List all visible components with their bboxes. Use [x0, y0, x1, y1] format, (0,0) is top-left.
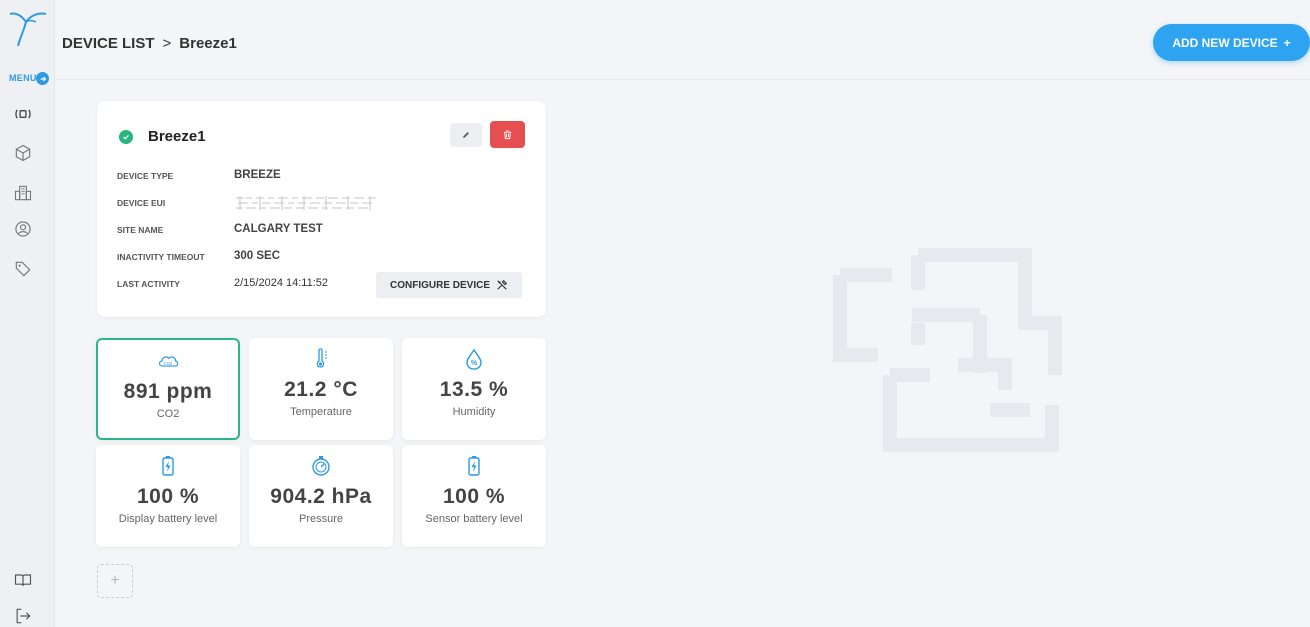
redacted-eui-value — [236, 196, 376, 210]
device-card: Breeze1 DEVICE TYPE BREEZE DEVICE EUI SI… — [97, 101, 546, 317]
tile-value: 13.5 % — [439, 378, 509, 401]
tools-icon — [497, 279, 508, 290]
add-new-device-label: ADD NEW DEVICE — [1172, 35, 1278, 50]
tag-icon — [15, 261, 31, 277]
svg-text:%: % — [471, 360, 478, 367]
battery-charging-icon — [157, 455, 179, 477]
humidity-drop-icon: % — [463, 348, 485, 370]
info-label: DEVICE TYPE — [117, 171, 174, 181]
info-value: 300 SEC — [234, 250, 281, 262]
device-signal-icon — [15, 109, 31, 119]
sidebar-item-tags[interactable] — [10, 256, 36, 282]
info-label: DEVICE EUI — [117, 198, 166, 208]
sidebar-item-products[interactable] — [10, 140, 36, 166]
tile-label: CO2 — [156, 408, 180, 420]
breadcrumb: DEVICE LIST > Breeze1 — [62, 35, 237, 52]
sidebar-item-sites[interactable] — [10, 180, 36, 206]
tile-value: 904.2 hPa — [270, 485, 372, 508]
breadcrumb-separator: > — [162, 35, 172, 52]
tile-value: 21.2 °C — [284, 378, 358, 401]
delete-device-button[interactable] — [490, 121, 525, 148]
info-value: 2/15/2024 14:11:52 — [234, 277, 328, 289]
plus-icon: + — [1283, 35, 1291, 50]
configure-device-label: CONFIGURE DEVICE — [389, 279, 490, 291]
add-new-device-button[interactable]: ADD NEW DEVICE + — [1153, 24, 1310, 61]
sensor-tile-co2[interactable]: CO2 891 ppm CO2 — [96, 338, 240, 440]
co2-cloud-icon: CO2 — [157, 350, 179, 372]
tile-value: 100 % — [442, 485, 506, 508]
info-value: CALGARY TEST — [234, 223, 323, 235]
info-label: LAST ACTIVITY — [117, 279, 180, 289]
sidebar-item-devices[interactable] — [10, 101, 36, 127]
tile-label: Humidity — [452, 406, 496, 418]
info-row-device-type: DEVICE TYPE BREEZE — [117, 169, 517, 185]
plus-icon: + — [110, 572, 120, 589]
info-value: BREEZE — [234, 169, 281, 181]
edit-device-button[interactable] — [450, 123, 482, 147]
sensor-tile-temperature[interactable]: 21.2 °C Temperature — [249, 338, 393, 440]
battery-charging-icon — [463, 455, 485, 477]
sidebar-item-logout[interactable] — [10, 603, 36, 627]
svg-text:CO2: CO2 — [164, 361, 173, 366]
add-tile-button[interactable]: + — [97, 564, 133, 598]
info-row-inactivity-timeout: INACTIVITY TIMEOUT 300 SEC — [117, 250, 517, 266]
pressure-gauge-icon — [310, 455, 332, 477]
sidebar: MENU — [0, 0, 55, 627]
floorplan-placeholder-icon — [833, 248, 1062, 452]
tile-label: Sensor battery level — [425, 513, 523, 525]
app-logo[interactable] — [6, 6, 50, 50]
user-circle-icon — [15, 221, 31, 237]
pencil-icon — [463, 132, 469, 138]
logo-icon — [9, 12, 47, 47]
sensor-tile-sensor-battery[interactable]: 100 % Sensor battery level — [402, 445, 546, 547]
breadcrumb-device-list[interactable]: DEVICE LIST — [62, 35, 155, 52]
thermometer-icon — [310, 348, 332, 370]
info-row-device-eui: DEVICE EUI — [117, 196, 517, 212]
arrow-right-icon — [40, 76, 46, 81]
info-row-site-name: SITE NAME CALGARY TEST — [117, 223, 517, 239]
buildings-icon — [14, 185, 32, 201]
logout-icon — [16, 608, 31, 624]
tile-value: 100 % — [136, 485, 200, 508]
sensor-tile-humidity[interactable]: % 13.5 % Humidity — [402, 338, 546, 440]
menu-label: MENU — [9, 73, 37, 83]
info-label: SITE NAME — [117, 225, 164, 235]
sidebar-item-users[interactable] — [10, 216, 36, 242]
info-label: INACTIVITY TIMEOUT — [117, 252, 205, 262]
tile-label: Pressure — [298, 513, 344, 525]
tile-label: Temperature — [290, 406, 352, 418]
configure-device-button[interactable]: CONFIGURE DEVICE — [376, 272, 522, 298]
status-check-icon — [119, 130, 133, 144]
tile-label: Display battery level — [118, 513, 218, 525]
top-bar: DEVICE LIST > Breeze1 ADD NEW DEVICE + — [56, 0, 1310, 80]
sensor-tile-pressure[interactable]: 904.2 hPa Pressure — [249, 445, 393, 547]
device-name: Breeze1 — [148, 128, 206, 145]
tile-value: 891 ppm — [123, 380, 213, 403]
sensor-tile-display-battery[interactable]: 100 % Display battery level — [96, 445, 240, 547]
book-icon — [14, 574, 32, 586]
trash-icon — [503, 130, 512, 140]
breadcrumb-current: Breeze1 — [179, 35, 237, 52]
sidebar-item-docs[interactable] — [10, 567, 36, 593]
cube-icon — [15, 144, 31, 162]
menu-expand-button[interactable] — [36, 72, 49, 85]
